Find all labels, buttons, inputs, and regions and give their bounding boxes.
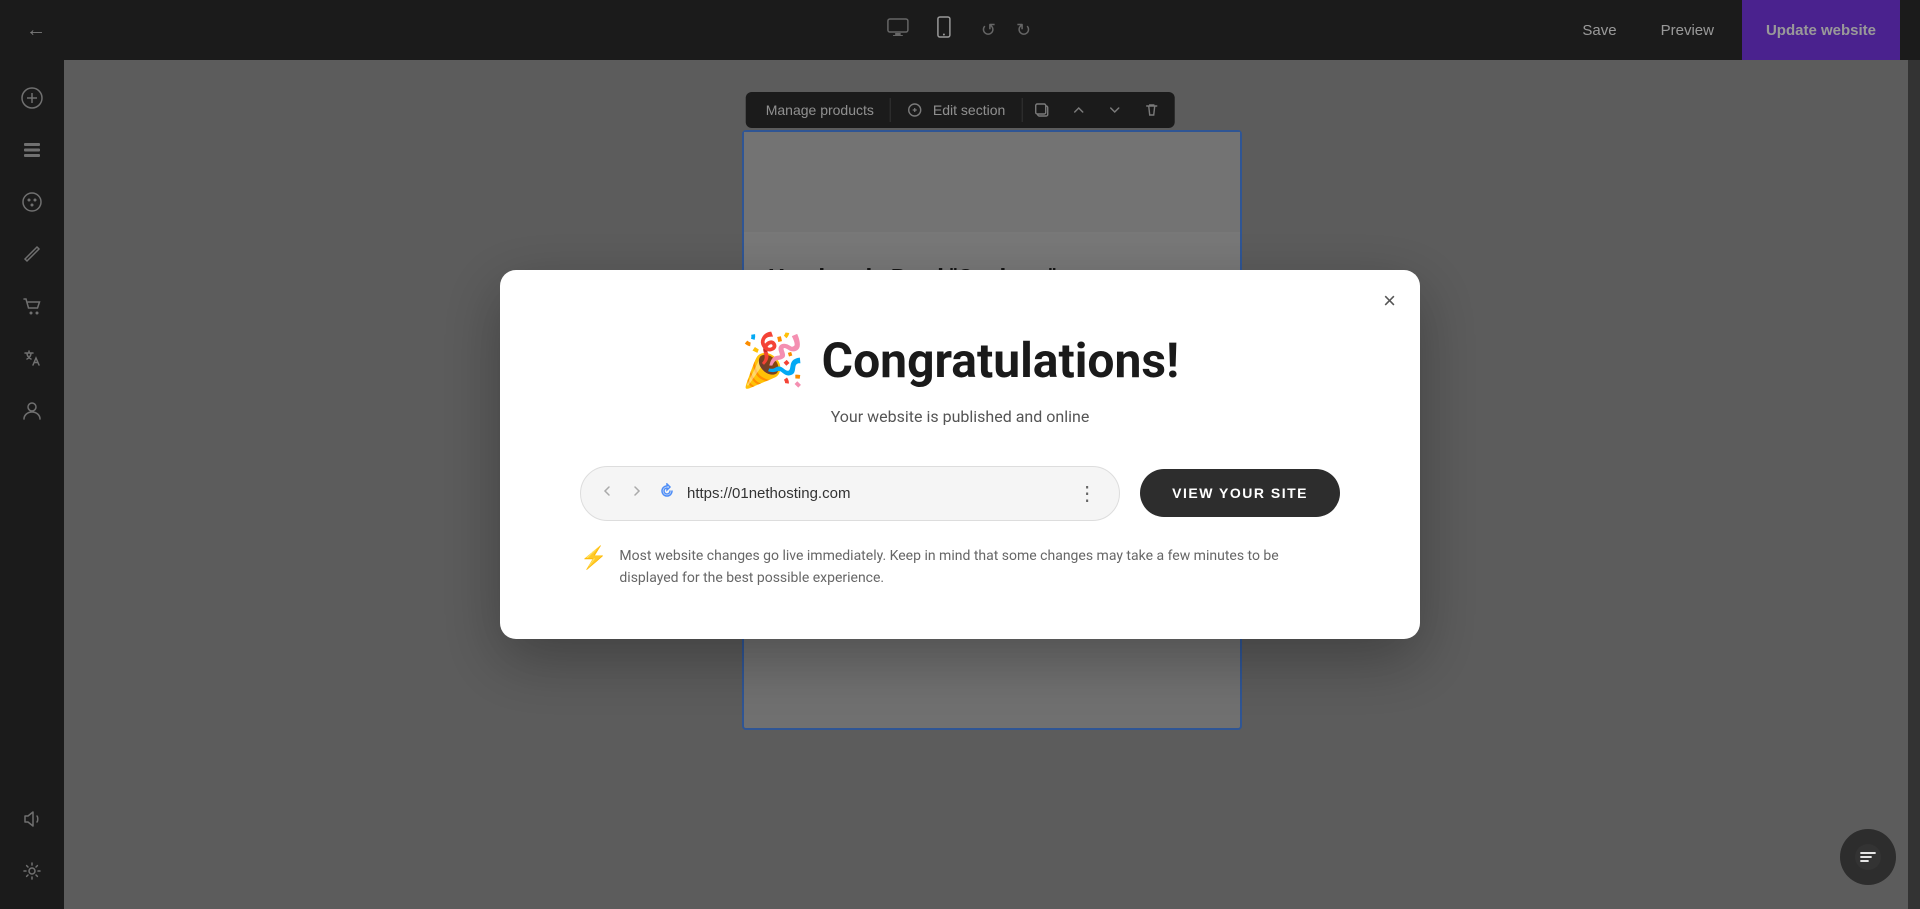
modal-notice: ⚡ Most website changes go live immediate… <box>580 545 1340 590</box>
notice-icon: ⚡ <box>580 546 607 571</box>
url-reload-button[interactable] <box>657 481 677 506</box>
modal-title-row: 🎉 Congratulations! <box>741 330 1179 391</box>
modal-overlay: × 🎉 Congratulations! Your website is pub… <box>0 0 1920 909</box>
url-back-button[interactable] <box>597 481 617 506</box>
modal-subtitle: Your website is published and online <box>831 407 1090 426</box>
modal-title: Congratulations! <box>822 332 1179 389</box>
modal-url-row: ⋮ VIEW YOUR SITE <box>580 466 1340 521</box>
view-site-button[interactable]: VIEW YOUR SITE <box>1140 469 1340 517</box>
url-more-button[interactable]: ⋮ <box>1071 479 1103 508</box>
modal-emoji: 🎉 <box>741 330 806 391</box>
congratulations-modal: × 🎉 Congratulations! Your website is pub… <box>500 270 1420 640</box>
modal-close-button[interactable]: × <box>1383 290 1396 312</box>
url-forward-button[interactable] <box>627 481 647 506</box>
notice-text: Most website changes go live immediately… <box>619 545 1340 590</box>
url-input[interactable] <box>687 485 1061 502</box>
chat-widget-button[interactable] <box>1840 829 1896 885</box>
url-bar: ⋮ <box>580 466 1120 521</box>
